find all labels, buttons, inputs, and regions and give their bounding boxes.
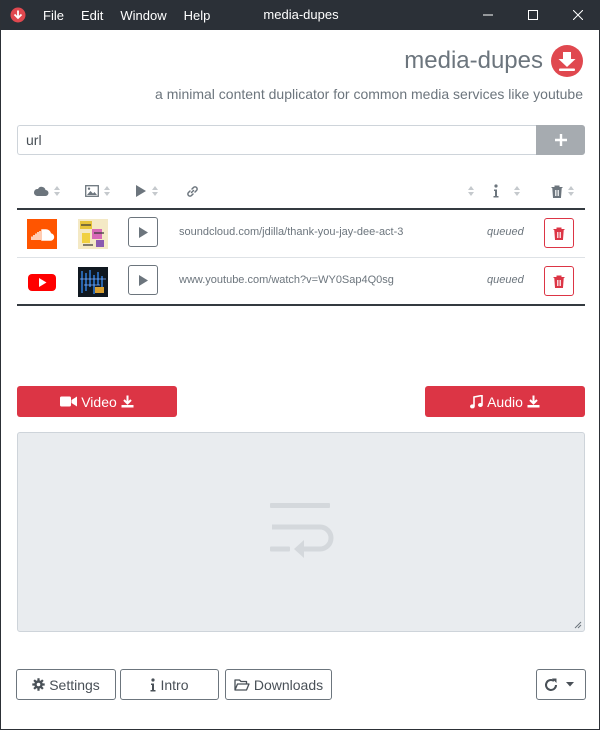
- play-icon: [136, 185, 146, 197]
- cloud-icon: [33, 186, 49, 196]
- sort-icon: [152, 186, 158, 196]
- column-url[interactable]: [186, 182, 199, 200]
- menu-window[interactable]: Window: [120, 8, 166, 23]
- image-icon: [85, 185, 99, 197]
- music-note-icon: [470, 394, 483, 408]
- row-url: www.youtube.com/watch?v=WY0Sap4Q0sg: [179, 274, 394, 286]
- delete-row-button[interactable]: [544, 266, 574, 296]
- column-status[interactable]: [493, 182, 521, 200]
- sort-icon: [54, 186, 60, 196]
- row-status: queued: [487, 274, 524, 286]
- brand: media-dupes: [404, 45, 583, 77]
- download-icon: [527, 395, 540, 408]
- close-button[interactable]: [555, 0, 600, 30]
- url-input[interactable]: [17, 125, 536, 155]
- youtube-icon: [28, 274, 56, 291]
- table-row: soundcloud.com/jdilla/thank-you-jay-dee-…: [17, 210, 585, 258]
- gear-icon: [32, 678, 45, 691]
- column-delete[interactable]: [551, 182, 575, 200]
- menu-file[interactable]: File: [43, 8, 64, 23]
- video-thumbnail: [78, 267, 108, 297]
- row-url: soundcloud.com/jdilla/thank-you-jay-dee-…: [179, 226, 404, 238]
- audio-label: Audio: [487, 393, 523, 410]
- refresh-icon: [545, 678, 557, 691]
- trash-icon: [553, 227, 565, 240]
- app-window: File Edit Window Help media-dupes media-…: [0, 0, 600, 730]
- video-label: Video: [81, 393, 117, 410]
- sort-icon: [514, 186, 520, 196]
- column-service[interactable]: [33, 182, 61, 200]
- trash-icon: [551, 185, 563, 198]
- caret-down-icon: [566, 682, 574, 687]
- maximize-button[interactable]: [510, 0, 556, 30]
- column-play[interactable]: [135, 182, 159, 200]
- menu-edit[interactable]: Edit: [81, 8, 103, 23]
- intro-label: Intro: [160, 676, 189, 693]
- text-wrap-icon: [270, 503, 334, 558]
- video-camera-icon: [60, 396, 78, 407]
- add-url-button[interactable]: [536, 125, 585, 155]
- trash-icon: [553, 275, 565, 288]
- folder-open-icon: [234, 678, 250, 691]
- link-icon: [187, 185, 198, 197]
- soundcloud-icon: [27, 219, 57, 249]
- plus-icon: [554, 134, 567, 146]
- close-icon: [573, 10, 583, 20]
- play-icon: [138, 226, 148, 238]
- settings-label: Settings: [49, 676, 100, 693]
- downloads-label: Downloads: [253, 676, 324, 693]
- minimize-icon: [483, 14, 493, 16]
- delete-row-button[interactable]: [544, 218, 574, 248]
- play-button[interactable]: [128, 265, 158, 295]
- column-thumbnail[interactable]: [85, 182, 111, 200]
- title-bar: File Edit Window Help media-dupes: [1, 0, 600, 30]
- intro-button[interactable]: Intro: [120, 669, 219, 700]
- menu-bar: File Edit Window Help: [43, 0, 227, 30]
- log-textarea[interactable]: [17, 432, 585, 632]
- resize-handle-icon[interactable]: [574, 621, 582, 629]
- settings-button[interactable]: Settings: [16, 669, 116, 700]
- menu-help[interactable]: Help: [184, 8, 211, 23]
- brand-name: media-dupes: [404, 47, 543, 74]
- download-audio-button[interactable]: Audio: [425, 386, 585, 417]
- download-circle-icon: [551, 45, 583, 77]
- download-icon: [121, 395, 134, 408]
- maximize-icon: [528, 10, 538, 20]
- column-url-sort[interactable]: [463, 182, 475, 200]
- play-icon: [138, 274, 148, 286]
- download-video-button[interactable]: Video: [17, 386, 177, 417]
- row-status: queued: [487, 226, 524, 238]
- sort-icon: [568, 186, 574, 196]
- table-header: [17, 174, 585, 210]
- app-download-icon: [10, 7, 26, 23]
- downloads-button[interactable]: Downloads: [225, 669, 332, 700]
- tagline: a minimal content duplicator for common …: [155, 86, 583, 102]
- album-thumbnail: [78, 219, 108, 249]
- play-button[interactable]: [128, 217, 158, 247]
- info-icon: [150, 677, 156, 691]
- sort-icon: [468, 186, 474, 196]
- table-row: www.youtube.com/watch?v=WY0Sap4Q0sg queu…: [17, 258, 585, 306]
- minimize-button[interactable]: [465, 0, 511, 30]
- sort-icon: [104, 186, 110, 196]
- info-icon: [493, 184, 499, 198]
- refresh-dropdown-button[interactable]: [536, 669, 586, 700]
